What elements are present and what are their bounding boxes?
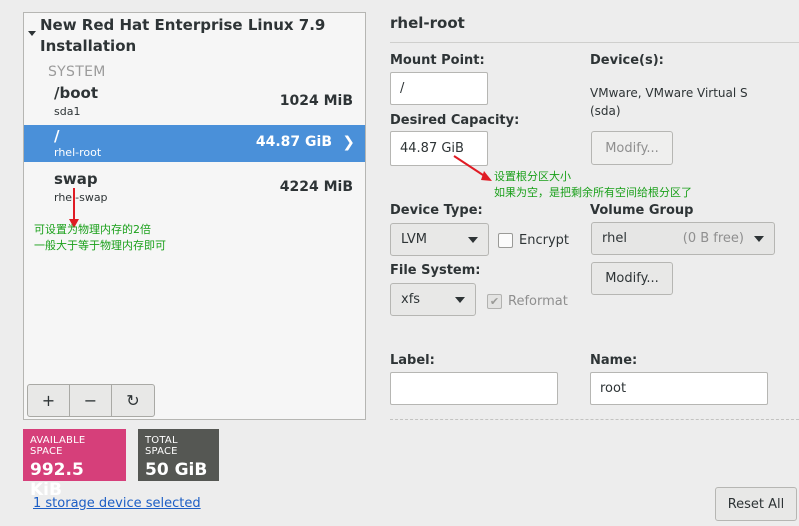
mount-point-row-boot[interactable]: /boot sda1 1024 MiB bbox=[24, 84, 365, 122]
dashed-separator bbox=[390, 419, 799, 420]
total-space-label: TOTAL SPACE bbox=[145, 435, 178, 457]
total-space-box: TOTAL SPACE 50 GiB bbox=[138, 429, 219, 481]
annotation-arrow-icon bbox=[453, 155, 492, 181]
devices-value: VMware, VMware Virtual S (sda) bbox=[590, 86, 748, 118]
refresh-button[interactable]: ↻ bbox=[112, 385, 154, 416]
device-type-value: LVM bbox=[401, 232, 427, 247]
dropdown-arrow-icon bbox=[455, 296, 465, 303]
mount-point-name: / bbox=[54, 127, 60, 145]
volume-group-value: rhel bbox=[602, 231, 627, 246]
device-type-dropdown[interactable]: LVM bbox=[390, 223, 489, 256]
annotation-line: 如果为空，是把剩余所有空间给根分区了 bbox=[494, 186, 692, 199]
annotation-line: 一般大于等于物理内存即可 bbox=[34, 239, 166, 252]
expander-triangle-icon[interactable] bbox=[28, 31, 36, 36]
label-field-label: Label: bbox=[390, 353, 435, 368]
devices-label: Device(s): bbox=[590, 53, 664, 68]
dropdown-arrow-icon bbox=[754, 235, 764, 242]
file-system-value: xfs bbox=[401, 292, 421, 307]
reset-all-button[interactable]: Reset All bbox=[715, 487, 797, 521]
file-system-dropdown[interactable]: xfs bbox=[390, 283, 476, 316]
available-space-label: AVAILABLE SPACE bbox=[30, 435, 86, 457]
reformat-checkbox[interactable]: ✔ Reformat bbox=[487, 294, 568, 309]
mount-point-name: /boot bbox=[54, 84, 98, 102]
mount-point-size: 4224 MiB bbox=[279, 179, 353, 195]
total-space-value: 50 GiB bbox=[145, 460, 208, 480]
annotation-line: 可设置为物理内存的2倍 bbox=[34, 223, 151, 236]
available-space-box: AVAILABLE SPACE 992.5 KiB bbox=[23, 429, 126, 500]
remove-mount-point-button[interactable]: − bbox=[70, 385, 112, 416]
checkbox-icon bbox=[498, 233, 513, 248]
mount-point-device: sda1 bbox=[54, 105, 81, 118]
mount-point-input[interactable]: / bbox=[390, 72, 488, 105]
volume-group-label: Volume Group bbox=[590, 203, 694, 218]
mount-point-label: Mount Point: bbox=[390, 53, 485, 68]
storage-device-link[interactable]: 1 storage device selected bbox=[33, 496, 201, 511]
volume-group-dropdown[interactable]: rhel (0 B free) bbox=[591, 222, 775, 255]
title-separator bbox=[390, 42, 799, 43]
encrypt-label: Encrypt bbox=[519, 233, 569, 248]
swap-annotation: 可设置为物理内存的2倍 一般大于等于物理内存即可 bbox=[34, 222, 166, 254]
volume-group-free: (0 B free) bbox=[682, 231, 744, 246]
mount-point-device: rhel-root bbox=[54, 146, 102, 159]
available-space-value: 992.5 KiB bbox=[30, 460, 84, 500]
encrypt-checkbox[interactable]: Encrypt bbox=[498, 233, 569, 248]
mount-point-size: 1024 MiB bbox=[279, 93, 353, 109]
check-icon: ✔ bbox=[487, 294, 502, 309]
name-input[interactable]: root bbox=[590, 372, 768, 405]
mount-point-size: 44.87 GiB bbox=[255, 134, 332, 150]
install-title: New Red Hat Enterprise Linux 7.9 Install… bbox=[40, 16, 326, 55]
mount-point-toolbar: + − ↻ bbox=[27, 384, 155, 417]
reformat-label: Reformat bbox=[508, 294, 568, 309]
mount-point-row-root[interactable]: / rhel-root 44.87 GiB ❯ bbox=[24, 125, 365, 162]
annotation-line: 设置根分区大小 bbox=[494, 170, 571, 183]
file-system-label: File System: bbox=[390, 263, 481, 278]
volume-group-modify-button[interactable]: Modify... bbox=[591, 262, 673, 295]
label-input[interactable] bbox=[390, 372, 558, 405]
desired-capacity-label: Desired Capacity: bbox=[390, 113, 520, 128]
details-title: rhel-root bbox=[390, 14, 465, 32]
dropdown-arrow-icon bbox=[468, 236, 478, 243]
devices-modify-button[interactable]: Modify... bbox=[591, 131, 673, 165]
capacity-annotation: 设置根分区大小 如果为空，是把剩余所有空间给根分区了 bbox=[494, 169, 692, 201]
device-type-label: Device Type: bbox=[390, 203, 483, 218]
name-field-label: Name: bbox=[590, 353, 638, 368]
chevron-right-icon: ❯ bbox=[342, 133, 355, 151]
add-mount-point-button[interactable]: + bbox=[28, 385, 70, 416]
system-section-label: SYSTEM bbox=[48, 64, 106, 80]
